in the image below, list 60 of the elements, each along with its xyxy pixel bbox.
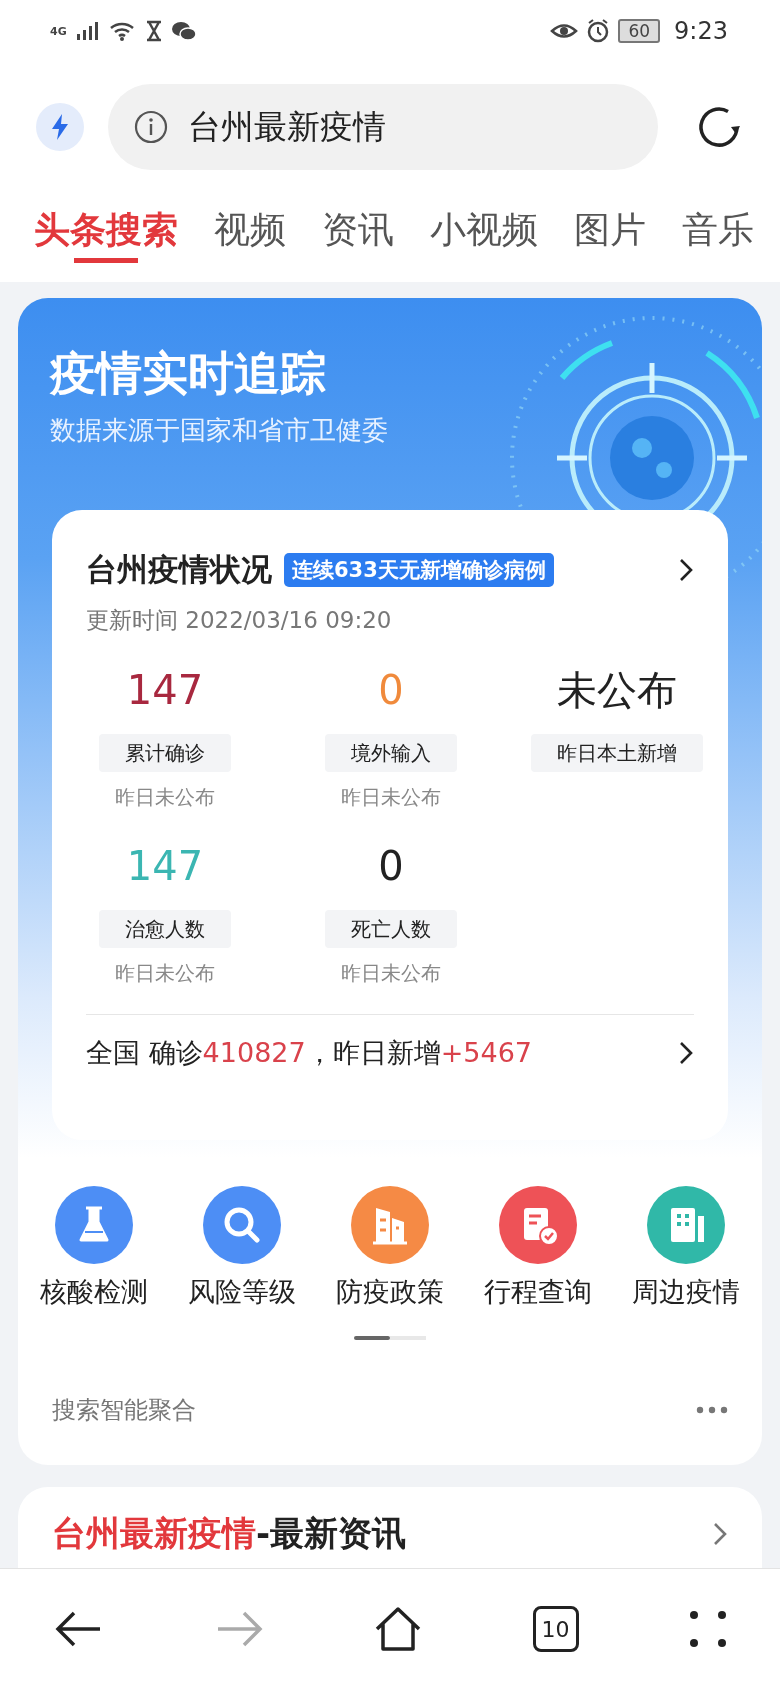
new-cases-label: ，昨日新增 [305, 1037, 441, 1068]
network-type: 4G [50, 24, 67, 38]
service-shortcut[interactable]: 防疫政策 [316, 1186, 464, 1310]
flash-button[interactable] [36, 103, 84, 151]
stat-value: 0 [378, 842, 404, 891]
service-label: 核酸检测 [40, 1275, 148, 1309]
more-icon[interactable] [696, 1406, 728, 1414]
confirmed-total: 410827 [202, 1037, 306, 1068]
tab[interactable]: 图片 [574, 192, 646, 263]
tracker-title: 疫情实时追踪 [50, 345, 327, 402]
chevron-right-icon[interactable] [678, 557, 694, 583]
signal-icon [74, 20, 101, 42]
stat-value: 147 [126, 842, 204, 891]
service-shortcut[interactable]: 核酸检测 [20, 1186, 168, 1310]
stat-label: 境外输入 [325, 734, 457, 772]
service-label: 防疫政策 [336, 1275, 444, 1309]
stat-note: 昨日未公布 [115, 960, 215, 987]
search-query: 台州最新疫情 [188, 105, 386, 148]
national-summary-row[interactable]: 全国 确诊410827，昨日新增+5467 [52, 1015, 728, 1091]
hourglass-icon [144, 20, 163, 42]
update-time: 更新时间 2022/03/16 09:20 [85, 606, 393, 635]
alarm-icon [586, 19, 611, 43]
home-icon[interactable] [373, 1605, 423, 1653]
tab[interactable]: 音乐 [682, 192, 754, 263]
stat-note: 昨日未公布 [341, 784, 441, 811]
new-cases-count: +5467 [440, 1037, 532, 1068]
service-shortcut[interactable]: 风险等级 [168, 1186, 316, 1310]
chat-icon [170, 20, 197, 42]
tab-count-button[interactable]: 10 [532, 1606, 579, 1652]
lightning-icon [50, 113, 70, 141]
service-label: 周边疫情 [632, 1275, 740, 1309]
stat-value: 0 [378, 666, 404, 715]
stat-label: 治愈人数 [99, 910, 231, 948]
info-icon [134, 110, 168, 144]
stat-value: 147 [126, 666, 204, 715]
tracker-subtitle: 数据来源于国家和省市卫健委 [50, 414, 389, 447]
national-label: 全国 确诊 [86, 1037, 203, 1068]
stat-label: 死亡人数 [325, 910, 457, 948]
stat-value: 未公布 [557, 666, 677, 715]
stat-note: 昨日未公布 [341, 960, 441, 987]
tab[interactable]: 资讯 [322, 192, 394, 263]
clock-time: 9:23 [674, 17, 728, 45]
battery-level: 60 [618, 19, 661, 43]
chevron-right-icon [678, 1040, 694, 1066]
stat-note: 昨日未公布 [115, 784, 215, 811]
section-footer: 搜索智能聚合 [52, 1394, 196, 1426]
tab[interactable]: 视频 [214, 192, 286, 263]
service-label: 风险等级 [188, 1275, 296, 1309]
service-label: 行程查询 [484, 1275, 592, 1309]
streak-badge: 连续633天无新增确诊病例 [284, 553, 554, 587]
stat-label: 昨日本土新增 [531, 734, 703, 772]
menu-icon[interactable] [688, 1609, 728, 1649]
tab[interactable]: 小视频 [430, 192, 538, 263]
service-shortcut[interactable]: 周边疫情 [612, 1186, 760, 1310]
stat-label: 累计确诊 [99, 734, 231, 772]
service-shortcut[interactable]: 行程查询 [464, 1186, 612, 1310]
address-field[interactable]: 台州最新疫情 [108, 84, 658, 170]
status-title: 台州疫情状况 [86, 550, 272, 589]
news-title[interactable]: 台州最新疫情-最新资讯 [52, 1511, 407, 1557]
chevron-right-icon [712, 1521, 728, 1547]
